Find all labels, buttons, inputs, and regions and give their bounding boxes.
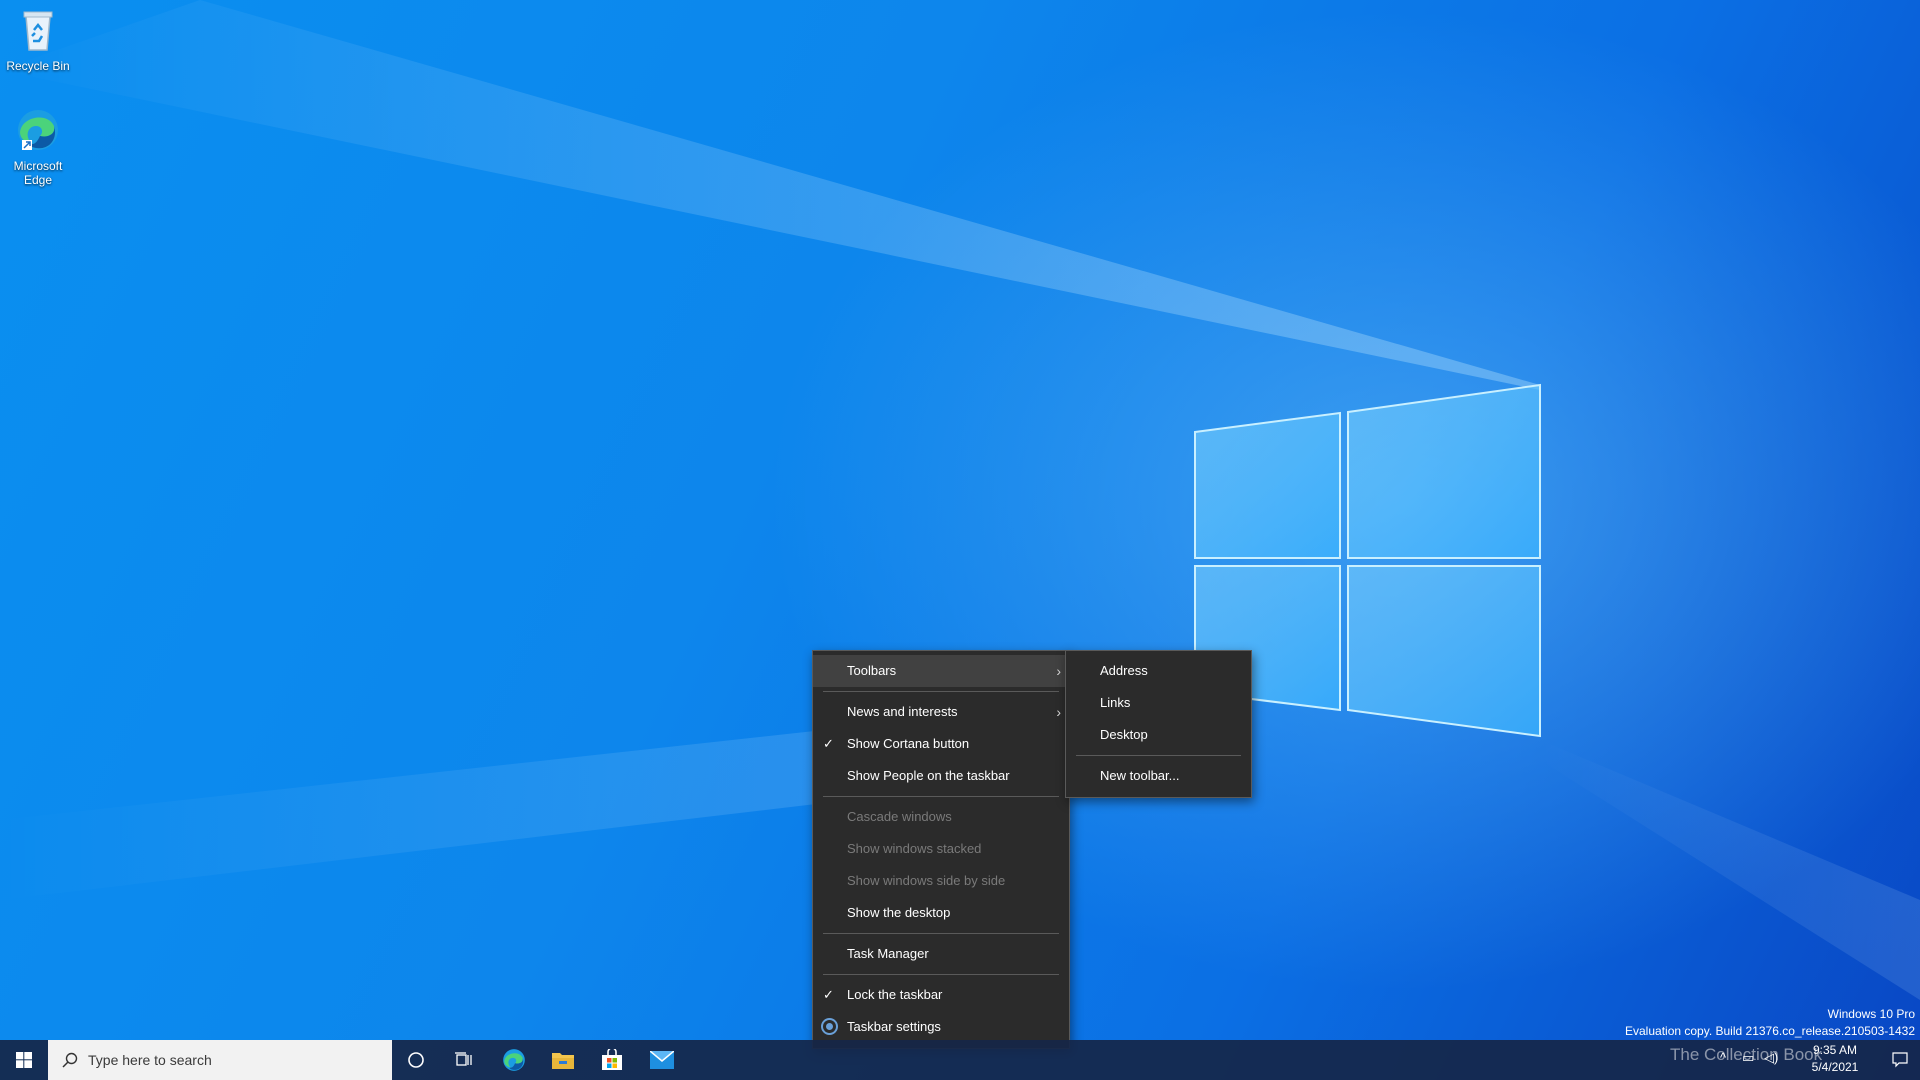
menu-item-news-and-interests[interactable]: News and interests ›: [813, 696, 1069, 728]
menu-item-label: Desktop: [1100, 727, 1148, 742]
menu-item-label: Show windows side by side: [847, 873, 1006, 888]
menu-separator: [823, 933, 1059, 934]
file-explorer-icon: [552, 1053, 574, 1069]
mail-icon: [650, 1051, 674, 1069]
menu-item-task-manager[interactable]: Task Manager: [813, 938, 1069, 970]
notification-icon: [1892, 1052, 1908, 1068]
store-icon: [602, 1049, 622, 1070]
desktop-icon-label: Recycle Bin: [6, 59, 70, 73]
search-icon: [62, 1052, 78, 1068]
menu-item-label: Show Cortana button: [847, 736, 970, 751]
menu-item-label: Toolbars: [847, 663, 897, 678]
taskbar-store-button[interactable]: [588, 1040, 636, 1080]
submenu-item-links[interactable]: Links: [1066, 687, 1251, 719]
submenu-item-new-toolbar[interactable]: New toolbar...: [1066, 760, 1251, 792]
task-view-icon: [455, 1052, 472, 1066]
menu-separator: [823, 691, 1059, 692]
menu-item-show-the-desktop[interactable]: Show the desktop: [813, 897, 1069, 929]
submenu-item-desktop[interactable]: Desktop: [1066, 719, 1251, 751]
menu-item-show-people[interactable]: Show People on the taskbar: [813, 760, 1069, 792]
task-view-button[interactable]: [440, 1040, 488, 1080]
edition-watermark: Windows 10 Pro Evaluation copy. Build 21…: [1625, 1006, 1915, 1040]
taskbar-context-menu: Toolbars › News and interests › ✓ Show C…: [812, 650, 1070, 1049]
search-placeholder: Type here to search: [88, 1052, 212, 1068]
check-icon: ✓: [823, 736, 834, 751]
menu-item-label: Task Manager: [847, 946, 929, 961]
desktop-icon-label: Microsoft Edge: [13, 159, 63, 187]
brand-watermark: The Collection Book: [1670, 1045, 1823, 1064]
gear-icon: [823, 1020, 836, 1033]
menu-item-toolbars[interactable]: Toolbars ›: [813, 655, 1069, 687]
start-button[interactable]: [0, 1040, 48, 1080]
notifications-button[interactable]: [1880, 1040, 1920, 1080]
check-icon: ✓: [823, 987, 834, 1002]
edge-icon: [503, 1049, 525, 1071]
cortana-icon: [408, 1052, 424, 1068]
desktop-icon-recycle-bin[interactable]: Recycle Bin: [0, 6, 76, 73]
recycle-bin-icon: [23, 11, 53, 51]
desktop-icon-edge[interactable]: Microsoft Edge: [0, 106, 76, 187]
menu-item-label: New toolbar...: [1100, 768, 1180, 783]
chevron-right-icon: ›: [1056, 663, 1061, 679]
menu-separator: [1076, 755, 1241, 756]
edition-line: Windows 10 Pro: [1827, 1007, 1915, 1021]
build-line: Evaluation copy. Build 21376.co_release.…: [1625, 1024, 1915, 1038]
chevron-right-icon: ›: [1056, 704, 1061, 720]
menu-separator: [823, 796, 1059, 797]
taskbar-mail-button[interactable]: [638, 1040, 686, 1080]
submenu-item-address[interactable]: Address: [1066, 655, 1251, 687]
menu-item-label: News and interests: [847, 704, 958, 719]
windows-start-icon: [16, 1052, 32, 1068]
menu-item-show-windows-stacked: Show windows stacked: [813, 833, 1069, 865]
menu-item-show-windows-side-by-side: Show windows side by side: [813, 865, 1069, 897]
menu-item-label: Show the desktop: [847, 905, 951, 920]
menu-item-label: Links: [1100, 695, 1131, 710]
edge-icon: [18, 110, 58, 150]
menu-item-label: Taskbar settings: [847, 1019, 941, 1034]
taskbar: Type here to search ^ ▭ ◁) 9:35 AM 5/4/2…: [0, 1040, 1920, 1080]
menu-item-label: Address: [1100, 663, 1148, 678]
toolbars-submenu: Address Links Desktop New toolbar...: [1065, 650, 1252, 798]
menu-item-label: Lock the taskbar: [847, 987, 943, 1002]
taskbar-file-explorer-button[interactable]: [539, 1040, 587, 1080]
menu-item-label: Show People on the taskbar: [847, 768, 1010, 783]
menu-separator: [823, 974, 1059, 975]
menu-item-show-cortana-button[interactable]: ✓ Show Cortana button: [813, 728, 1069, 760]
menu-item-lock-the-taskbar[interactable]: ✓ Lock the taskbar: [813, 979, 1069, 1011]
menu-item-cascade-windows: Cascade windows: [813, 801, 1069, 833]
taskbar-edge-button[interactable]: [490, 1040, 538, 1080]
menu-item-taskbar-settings[interactable]: Taskbar settings: [813, 1011, 1069, 1043]
menu-item-label: Cascade windows: [847, 809, 952, 824]
cortana-button[interactable]: [392, 1040, 440, 1080]
search-box[interactable]: Type here to search: [48, 1040, 392, 1080]
menu-item-label: Show windows stacked: [847, 841, 982, 856]
